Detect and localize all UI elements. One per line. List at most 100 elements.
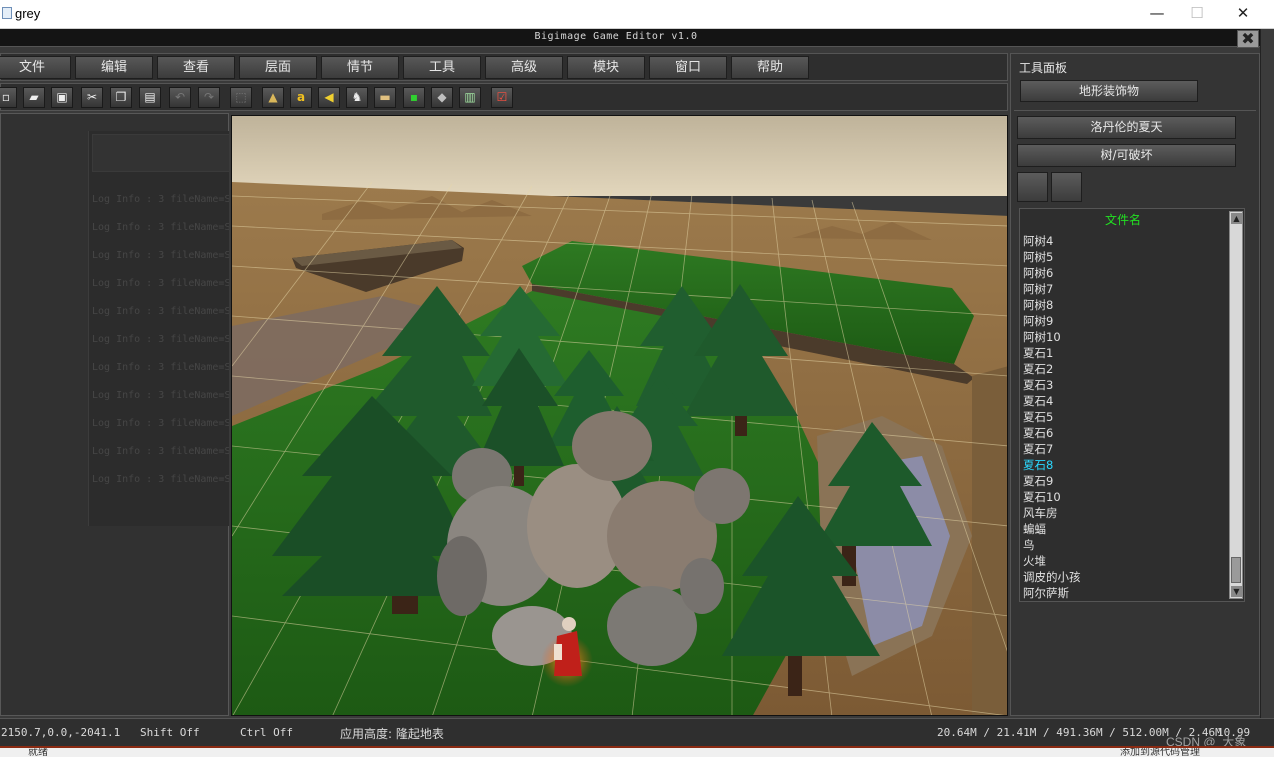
- menu-advanced[interactable]: 高级: [485, 56, 563, 79]
- menu-story[interactable]: 情节: [321, 56, 399, 79]
- list-item[interactable]: 夏石4: [1023, 393, 1053, 409]
- editor-titlebar: Bigimage Game Editor v1.0: [0, 29, 1260, 47]
- log-line: Log Info : 3 fileName=S: [92, 362, 229, 373]
- list-item[interactable]: 夏石10: [1023, 489, 1061, 505]
- new-file-icon[interactable]: ▫: [0, 87, 17, 108]
- left-panel: Log Info : 3 fileName=S Log Info : 3 fil…: [0, 113, 229, 716]
- editor-close-button[interactable]: ✖: [1237, 30, 1259, 48]
- list-item[interactable]: 蝙蝠: [1023, 521, 1046, 537]
- shift-status: Shift Off: [140, 726, 200, 739]
- object-icon[interactable]: ◆: [431, 87, 453, 108]
- file-list-header: 文件名: [1104, 213, 1141, 227]
- list-item[interactable]: 调皮的小孩: [1023, 569, 1081, 585]
- window-title: grey: [15, 6, 41, 21]
- menu-layer[interactable]: 层面: [239, 56, 317, 79]
- ready-label: 就绪: [28, 747, 48, 757]
- log-line: Log Info : 3 fileName=S: [92, 474, 229, 485]
- list-item[interactable]: 阿树5: [1023, 249, 1053, 265]
- menu-module[interactable]: 模块: [567, 56, 645, 79]
- building-icon[interactable]: ▬: [374, 87, 396, 108]
- close-button[interactable]: ✕: [1220, 0, 1266, 29]
- menu-tools[interactable]: 工具: [403, 56, 481, 79]
- editor-title: Bigimage Game Editor v1.0: [534, 31, 698, 42]
- list-item[interactable]: 火堆: [1023, 553, 1046, 569]
- menu-help[interactable]: 帮助: [731, 56, 809, 79]
- list-item[interactable]: 夏石3: [1023, 377, 1053, 393]
- add-to-source-control[interactable]: 添加到源代码管理: [1120, 748, 1200, 757]
- list-item[interactable]: 夏石6: [1023, 425, 1053, 441]
- host-status-strip: 就绪 添加到源代码管理: [0, 746, 1274, 757]
- log-line: Log Info : 3 fileName=S: [92, 390, 229, 401]
- tool-slot-1[interactable]: [1017, 172, 1048, 202]
- list-item[interactable]: 夏石9: [1023, 473, 1053, 489]
- divider: [1014, 110, 1256, 111]
- list-item[interactable]: 夏石2: [1023, 361, 1053, 377]
- tool-panel: 工具面板 地形装饰物 洛丹伦的夏天 树/可破坏 文件名 阿树4 阿树5 阿树6 …: [1010, 53, 1260, 716]
- window-edge: [1260, 29, 1274, 745]
- list-item[interactable]: 阿尔萨斯: [1023, 585, 1069, 601]
- list-item[interactable]: 阿树7: [1023, 281, 1053, 297]
- log-header: [92, 134, 229, 172]
- list-item[interactable]: 夏石7: [1023, 441, 1053, 457]
- list-item[interactable]: 阿树6: [1023, 265, 1053, 281]
- menu-edit[interactable]: 编辑: [75, 56, 153, 79]
- scroll-thumb[interactable]: [1231, 557, 1241, 583]
- paste-icon[interactable]: ▤: [139, 87, 161, 108]
- app-icon: [2, 7, 12, 19]
- menu-window[interactable]: 窗口: [649, 56, 727, 79]
- log-line: Log Info : 3 fileName=S: [92, 418, 229, 429]
- undo-icon[interactable]: ↶: [169, 87, 191, 108]
- window-titlebar: grey — ☐ ✕: [0, 0, 1274, 29]
- terrain-edge: [972, 366, 1007, 715]
- app-window: grey — ☐ ✕ Bigimage Game Editor v1.0 ✖ 文…: [0, 0, 1274, 757]
- list-item[interactable]: 风车房: [1023, 505, 1058, 521]
- copy-icon[interactable]: ❐: [110, 87, 132, 108]
- log-line: Log Info : 3 fileName=S: [92, 446, 229, 457]
- scroll-down-icon[interactable]: ▼: [1231, 586, 1242, 597]
- list-item-selected[interactable]: 夏石8: [1023, 457, 1053, 473]
- category-button[interactable]: 地形装饰物: [1020, 80, 1198, 102]
- subcategory-button[interactable]: 树/可破坏: [1017, 144, 1236, 167]
- list-item[interactable]: 阿树9: [1023, 313, 1053, 329]
- terrain-icon[interactable]: ▲: [262, 87, 284, 108]
- open-folder-icon[interactable]: ▰: [23, 87, 45, 108]
- menu-view[interactable]: 查看: [157, 56, 235, 79]
- text-icon[interactable]: a: [290, 87, 312, 108]
- log-line: Log Info : 3 fileName=S: [92, 194, 229, 205]
- status-bar: 2150.7,0.0,-2041.1 Shift Off Ctrl Off 应用…: [0, 718, 1274, 746]
- log-line: Log Info : 3 fileName=S: [92, 250, 229, 261]
- 3d-viewport[interactable]: [231, 115, 1008, 716]
- list-item[interactable]: 阿树4: [1023, 233, 1053, 249]
- height-mode: 应用高度: 隆起地表: [340, 727, 444, 741]
- list-item[interactable]: 阿树10: [1023, 329, 1061, 345]
- cut-icon[interactable]: ✂: [81, 87, 103, 108]
- log-line: Log Info : 3 fileName=S: [92, 334, 229, 345]
- list-item[interactable]: 夏石1: [1023, 345, 1053, 361]
- select-icon[interactable]: ⬚: [230, 87, 252, 108]
- list-item[interactable]: 阿树8: [1023, 297, 1053, 313]
- terminal-icon[interactable]: ▪: [403, 87, 425, 108]
- sky: [232, 116, 1007, 196]
- toolbar: ▫ ▰ ▣ ✂ ❐ ▤ ↶ ↷ ⬚ ▲ a ◀ ♞ ▬ ▪ ◆ ▥ ☑: [0, 83, 1008, 111]
- scroll-up-icon[interactable]: ▲: [1231, 213, 1242, 224]
- log-line: Log Info : 3 fileName=S: [92, 222, 229, 233]
- save-icon[interactable]: ▣: [51, 87, 73, 108]
- list-item[interactable]: 鸟: [1023, 537, 1035, 553]
- redo-icon[interactable]: ↷: [198, 87, 220, 108]
- menu-file[interactable]: 文件: [0, 56, 71, 79]
- maximize-button[interactable]: ☐: [1174, 0, 1220, 29]
- tool-panel-title: 工具面板: [1019, 61, 1068, 75]
- sound-icon[interactable]: ◀: [318, 87, 340, 108]
- log-line: Log Info : 3 fileName=S: [92, 306, 229, 317]
- checkbox-icon[interactable]: ☑: [491, 87, 513, 108]
- log-line: Log Info : 3 fileName=S: [92, 278, 229, 289]
- tileset-button[interactable]: 洛丹伦的夏天: [1017, 116, 1236, 139]
- tool-slot-2[interactable]: [1051, 172, 1082, 202]
- unit-icon[interactable]: ♞: [346, 87, 368, 108]
- file-list-scrollbar[interactable]: ▲ ▼: [1229, 211, 1243, 599]
- document-icon[interactable]: ▥: [459, 87, 481, 108]
- log-window: Log Info : 3 fileName=S Log Info : 3 fil…: [88, 131, 229, 526]
- file-list: 文件名 阿树4 阿树5 阿树6 阿树7 阿树8 阿树9 阿树10 夏石1 夏石2…: [1019, 208, 1245, 602]
- menu-bar: 文件 编辑 查看 层面 情节 工具 高级 模块 窗口 帮助: [0, 53, 1008, 81]
- list-item[interactable]: 夏石5: [1023, 409, 1053, 425]
